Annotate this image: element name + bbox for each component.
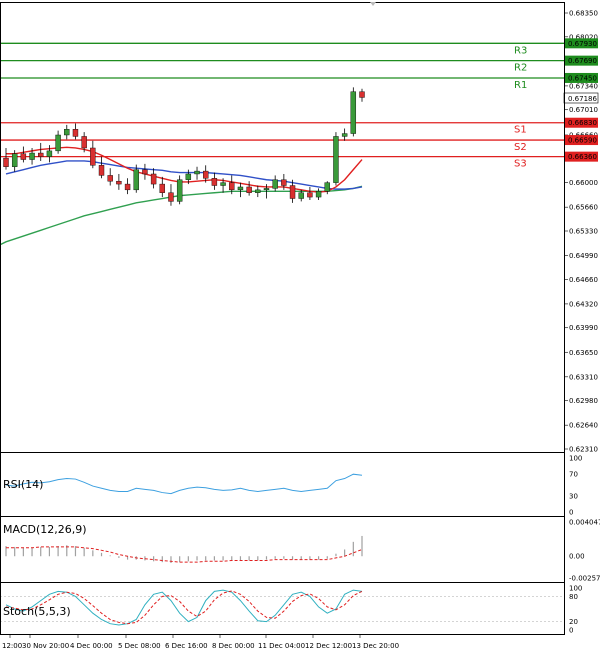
price-tick-label: 0.64660: [569, 276, 598, 284]
candle-body: [341, 133, 348, 137]
candle-body: [11, 153, 18, 167]
time-tick-label: 13 Dec 20:00: [352, 642, 399, 650]
chart-background: [0, 0, 600, 654]
candle-body: [350, 91, 357, 134]
candle-body: [81, 136, 87, 149]
rsi-tick-label: 70: [569, 471, 578, 479]
candle-body: [220, 182, 226, 186]
candle-body: [263, 188, 270, 191]
rsi-label: RSI(14): [3, 478, 43, 491]
candle-body: [211, 178, 218, 186]
level-name-s3: S3: [514, 159, 527, 170]
forex-chart: 0.683500.680200.673400.670100.666600.660…: [0, 0, 600, 654]
time-tick-label: 30 Nov 20:00: [22, 642, 69, 650]
price-tick-label: 0.63990: [569, 324, 598, 332]
candle-body: [315, 191, 322, 198]
candle-body: [255, 189, 261, 193]
price-tick-label: 0.63650: [569, 349, 598, 357]
candle-body: [324, 182, 330, 192]
price-tick-label: 0.67010: [569, 106, 598, 114]
candle-body: [289, 185, 296, 199]
price-tick-label: 0.62980: [569, 397, 598, 405]
candle-body: [116, 180, 122, 185]
price-tick-label: 0.67340: [569, 82, 598, 90]
time-tick-label: 12:00: [2, 642, 22, 650]
candle-body: [107, 175, 113, 182]
candle-body: [194, 170, 200, 175]
macd-tick-label: -0.002573: [569, 575, 600, 583]
time-tick-label: 4 Dec 00:00: [70, 642, 113, 650]
candle-body: [159, 183, 165, 193]
candle-body: [359, 91, 365, 98]
price-tick-label: 0.64320: [569, 300, 598, 308]
chart-root: 0.683500.680200.673400.670100.666600.660…: [0, 0, 600, 654]
level-value-label: 0.66830: [568, 119, 597, 127]
time-tick-label: 11 Dec 04:00: [258, 642, 305, 650]
candle-body: [203, 170, 209, 179]
rsi-tick-label: 30: [569, 492, 578, 500]
stoch-tick-label: 20: [569, 618, 578, 626]
level-value-label: 0.67690: [568, 57, 597, 65]
price-tick-label: 0.65330: [569, 228, 598, 236]
stoch-tick-label: 100: [569, 585, 582, 593]
rsi-tick-label: 100: [569, 455, 582, 463]
candle-body: [142, 169, 148, 175]
candle-body: [272, 179, 278, 189]
candle-body: [64, 129, 70, 136]
candle-body: [176, 179, 183, 202]
candle-body: [185, 173, 192, 180]
time-tick-label: 5 Dec 08:00: [118, 642, 161, 650]
level-name-r2: R2: [514, 63, 527, 74]
candle-body: [237, 186, 244, 191]
candle-body: [55, 134, 61, 152]
level-name-r3: R3: [514, 45, 527, 56]
candle-body: [90, 147, 96, 166]
time-tick-label: 12 Dec 12:00: [305, 642, 352, 650]
level-value-label: 0.66360: [568, 153, 597, 161]
level-value-label: 0.66590: [568, 137, 597, 145]
candle-body: [46, 150, 53, 157]
macd-label: MACD(12,26,9): [3, 523, 87, 536]
macd-tick-label: 0.004047: [569, 519, 600, 527]
candle-body: [124, 183, 131, 191]
candle-body: [229, 182, 235, 191]
time-tick-label: 8 Dec 00:00: [212, 642, 255, 650]
level-name-s1: S1: [514, 125, 527, 136]
candle-body: [333, 136, 339, 183]
price-tick-label: 0.62640: [569, 422, 598, 430]
level-value-label: 0.67930: [568, 40, 597, 48]
candle-body: [20, 153, 27, 160]
price-tick-label: 0.64990: [569, 252, 598, 260]
level-name-r1: R1: [514, 80, 527, 91]
candle-body: [38, 152, 44, 157]
current-price-label: 0.67186: [568, 95, 597, 103]
candle-body: [3, 157, 9, 167]
candle-body: [281, 179, 287, 186]
candle-body: [246, 186, 252, 193]
candle-body: [168, 192, 174, 202]
price-tick-label: 0.68350: [569, 10, 598, 18]
candle-body: [150, 173, 157, 185]
macd-tick-label: 0.00: [569, 553, 585, 561]
stoch-tick-label: 80: [569, 593, 578, 601]
level-value-label: 0.67450: [568, 74, 597, 82]
rsi-tick-label: 0: [569, 509, 573, 517]
level-name-s2: S2: [514, 142, 527, 153]
time-tick-label: 6 Dec 16:00: [165, 642, 208, 650]
candle-body: [307, 192, 313, 198]
price-tick-label: 0.66000: [569, 179, 598, 187]
price-tick-label: 0.65660: [569, 204, 598, 212]
candle-body: [98, 165, 105, 176]
price-tick-label: 0.63310: [569, 373, 598, 381]
stoch-label: Stoch(5,5,3): [3, 605, 71, 618]
stoch-tick-label: 0: [569, 627, 573, 635]
candle-body: [29, 152, 35, 160]
candle-body: [133, 169, 139, 191]
price-tick-label: 0.62310: [569, 446, 598, 454]
candle-body: [298, 192, 304, 199]
candle-body: [72, 129, 79, 137]
